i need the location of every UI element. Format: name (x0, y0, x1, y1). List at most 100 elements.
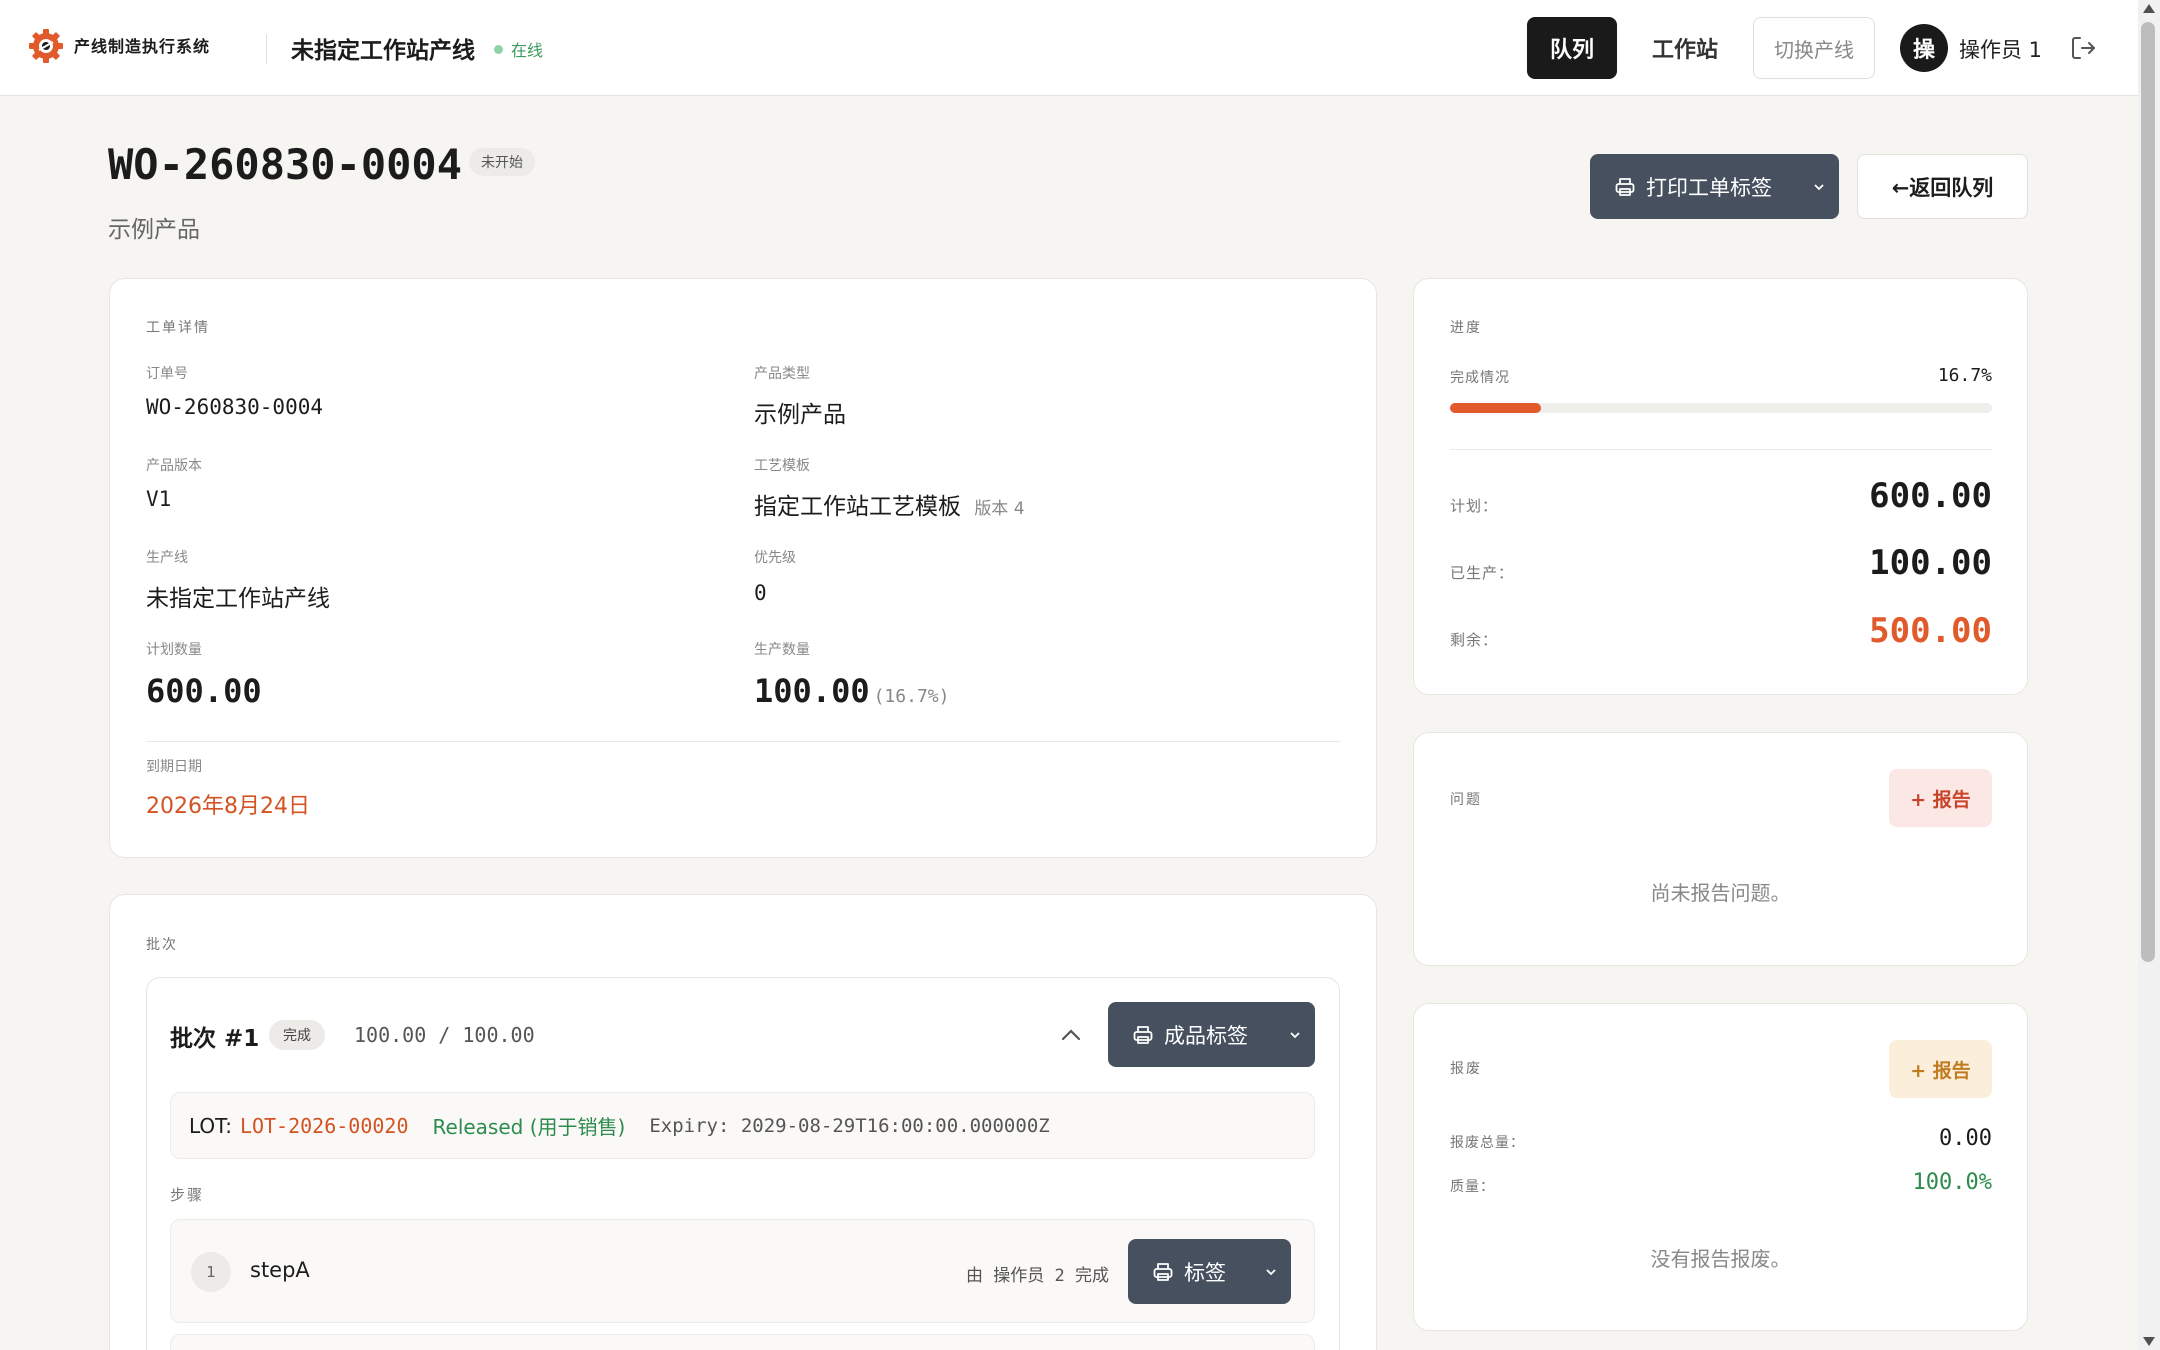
page-title: WO-260830-0004 (108, 140, 463, 189)
completion-progress-fill (1450, 403, 1541, 413)
priority-value: 0 (754, 581, 767, 605)
gear-logo-icon (29, 29, 63, 63)
scroll-up-arrow-icon[interactable] (2143, 4, 2155, 13)
brand[interactable]: 产线制造执行系统 (26, 26, 210, 66)
priority-label: 优先级 (754, 550, 796, 566)
produced-qty-number: 100.00 (754, 672, 870, 710)
progress-divider (1450, 449, 1992, 450)
chevron-down-icon (1814, 183, 1824, 190)
issues-card (1413, 732, 2028, 966)
nav-queue-button[interactable]: 队列 (1527, 17, 1617, 79)
progress-section-label: 进度 (1450, 320, 1482, 336)
produced-qty-percent: (16.7%) (873, 686, 950, 707)
scrap-total-label: 报废总量： (1450, 1135, 1525, 1151)
quality-label: 质量： (1450, 1179, 1495, 1195)
batches-section-label: 批次 (146, 937, 178, 953)
scrap-empty-text: 没有报告报废。 (1650, 1247, 1791, 1271)
plan-value: 600.00 (1869, 476, 1992, 516)
lot-key: LOT: (189, 1113, 232, 1138)
online-dot-icon (494, 44, 503, 54)
remaining-value: 500.00 (1869, 611, 1992, 651)
planned-qty-label: 计划数量 (146, 642, 202, 658)
scrap-total-value: 0.00 (1939, 1126, 1992, 1151)
step-name: stepA (250, 1258, 310, 1282)
brand-divider (266, 34, 267, 64)
remaining-label: 剩余： (1450, 631, 1499, 649)
order-no-value: WO-260830-0004 (146, 395, 324, 419)
product-label-text: 成品标签 (1164, 1023, 1248, 1048)
step-label-button[interactable]: 标签 (1128, 1239, 1291, 1304)
batch-quantity: 100.00 / 100.00 (354, 1023, 535, 1047)
nav-station-button[interactable]: 工作站 (1630, 17, 1740, 79)
status-badge: 未开始 (469, 148, 535, 176)
process-template-value: 指定工作站工艺模板 版本 4 (754, 487, 1025, 521)
printer-icon (1153, 1262, 1173, 1281)
lot-code[interactable]: LOT-2026-00020 (240, 1114, 409, 1138)
step-row-partial (170, 1334, 1315, 1350)
report-issue-button[interactable]: + 报告 (1889, 769, 1992, 827)
product-subtitle: 示例产品 (108, 217, 200, 243)
details-divider (146, 741, 1340, 742)
print-order-label-main[interactable]: 打印工单标签 (1590, 172, 1799, 202)
step-completed-by: 由 操作员 2 完成 (966, 1266, 1109, 1286)
order-no-label: 订单号 (146, 366, 188, 382)
lot-expiry: Expiry: 2029-08-29T16:00:00.000000Z (649, 1114, 1050, 1137)
print-order-label-button[interactable]: 打印工单标签 (1590, 154, 1839, 219)
quality-value: 100.0% (1912, 1170, 1992, 1195)
chevron-down-icon (1266, 1268, 1276, 1275)
current-line-name: 未指定工作站产线 (291, 38, 475, 64)
completion-value: 16.7% (1937, 365, 1992, 386)
chevron-down-icon (1290, 1031, 1300, 1038)
print-order-label-text: 打印工单标签 (1646, 175, 1772, 200)
step-label-options-toggle[interactable] (1251, 1239, 1291, 1304)
scroll-down-arrow-icon[interactable] (2143, 1337, 2155, 1346)
planned-qty-value: 600.00 (146, 672, 262, 710)
process-template-label: 工艺模板 (754, 458, 810, 474)
user-name[interactable]: 操作员 1 (1959, 34, 2042, 64)
batch-title: 批次 #1 (170, 1026, 260, 1052)
logout-icon[interactable] (2068, 33, 2098, 63)
chevron-up-icon[interactable] (1056, 1020, 1086, 1050)
produced-value: 100.00 (1869, 543, 1992, 583)
top-bar: 产线制造执行系统 未指定工作站产线 在线 队列 工作站 切换产线 操 操作员 1 (0, 0, 2138, 96)
produced-label: 已生产： (1450, 564, 1515, 582)
lot-info-row: LOT: LOT-2026-00020 Released (用于销售) Expi… (170, 1092, 1315, 1159)
app-name: 产线制造执行系统 (74, 37, 211, 56)
avatar[interactable]: 操 (1900, 24, 1948, 72)
issues-empty-text: 尚未报告问题。 (1650, 881, 1791, 905)
work-order-details-card (109, 278, 1377, 858)
product-version-value: V1 (146, 487, 172, 511)
scrollbar-thumb[interactable] (2141, 22, 2155, 962)
steps-label: 步骤 (170, 1186, 205, 1204)
line-label: 生产线 (146, 550, 188, 566)
product-label-main[interactable]: 成品标签 (1108, 1020, 1275, 1050)
step-label-text: 标签 (1184, 1260, 1226, 1285)
printer-icon (1615, 177, 1635, 196)
step-row: 1 stepA 由 操作员 2 完成 标签 (170, 1219, 1315, 1323)
product-label-button[interactable]: 成品标签 (1108, 1002, 1315, 1067)
report-scrap-button[interactable]: + 报告 (1889, 1040, 1992, 1098)
batch-status-badge: 完成 (269, 1020, 325, 1050)
product-version-label: 产品版本 (146, 458, 202, 474)
process-template-name[interactable]: 指定工作站工艺模板 (754, 494, 961, 520)
details-section-label: 工单详情 (146, 320, 210, 336)
printer-icon (1133, 1025, 1153, 1044)
step-label-main[interactable]: 标签 (1128, 1257, 1251, 1287)
back-to-queue-button[interactable]: ←返回队列 (1857, 154, 2028, 219)
product-type-value: 示例产品 (754, 402, 846, 428)
due-date-value: 2026年8月24日 (146, 794, 310, 819)
line-value: 未指定工作站产线 (146, 586, 330, 612)
process-template-version: 版本 4 (974, 499, 1025, 519)
issues-section-label: 问题 (1450, 792, 1482, 808)
due-date-label: 到期日期 (146, 759, 202, 775)
product-label-options-toggle[interactable] (1275, 1002, 1315, 1067)
completion-progress-bar (1450, 403, 1992, 413)
online-status-label: 在线 (511, 41, 544, 60)
scrap-section-label: 报废 (1450, 1061, 1482, 1077)
print-options-toggle[interactable] (1799, 154, 1839, 219)
switch-line-button[interactable]: 切换产线 (1753, 17, 1875, 79)
online-status: 在线 (494, 37, 543, 61)
product-type-label: 产品类型 (754, 366, 810, 382)
step-number: 1 (191, 1252, 231, 1292)
lot-status: Released (用于销售) (432, 1115, 626, 1139)
